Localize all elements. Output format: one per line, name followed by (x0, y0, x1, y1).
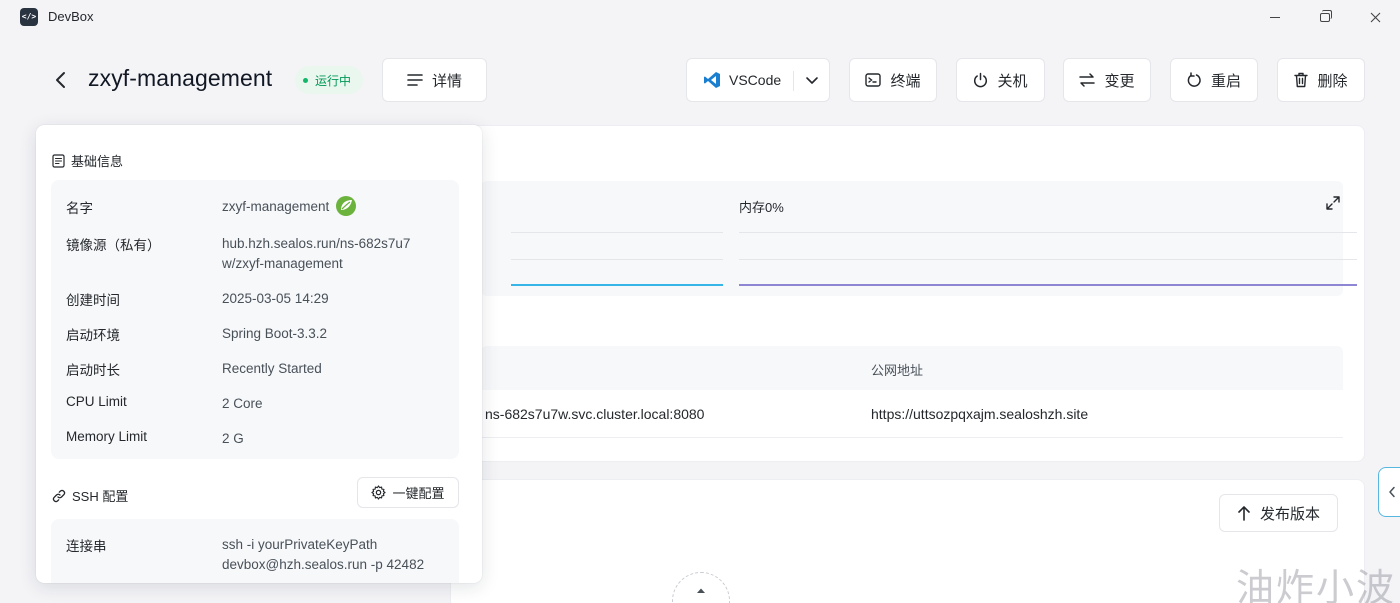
gear-icon (371, 485, 387, 500)
basic-info-title: 基础信息 (71, 154, 124, 169)
info-value: zxyf-management (222, 195, 452, 217)
monitor-card: 内存0% 公网地址 ns-682s7u7w.svc.cluster.local:… (450, 125, 1365, 462)
restart-label: 重启 (1210, 72, 1241, 90)
terminal-button[interactable]: 终端 (849, 58, 937, 102)
watermark: 油炸小波 (1236, 566, 1397, 603)
side-panel-toggle[interactable] (1378, 467, 1400, 517)
cpu-usage-line (511, 284, 723, 286)
info-key: 创建时间 (66, 293, 120, 308)
change-button[interactable]: 变更 (1063, 58, 1151, 102)
chevron-left-icon (56, 72, 65, 88)
status-dot (303, 77, 308, 83)
info-value: hub.hzh.sealos.run/ns-682s7u7w/zxyf-mana… (222, 236, 411, 271)
change-label: 变更 (1104, 72, 1135, 90)
delete-label: 删除 (1317, 72, 1348, 90)
usage-chart-panel: 内存0% (481, 181, 1357, 296)
basic-info-box: 名字 zxyf-management 镜像源（私有） hub.hzh.sealo… (51, 180, 459, 459)
basic-info-header: 基础信息 (52, 151, 123, 170)
link-icon (52, 489, 66, 502)
devbox-name-value: zxyf-management (222, 199, 330, 214)
vscode-icon (704, 72, 720, 88)
app-title: DevBox (48, 9, 94, 24)
network-table-header: 公网地址 (481, 346, 1343, 390)
gridline (739, 259, 1357, 260)
page-title: zxyf-management (88, 65, 273, 91)
restart-icon (1187, 72, 1201, 87)
info-key: 启动时长 (66, 363, 120, 378)
ssh-info-box: 连接串 ssh -i yourPrivateKeyPath devbox@hzh… (51, 519, 459, 583)
info-value: Recently Started (222, 361, 322, 376)
maximize-button[interactable] (1305, 4, 1345, 30)
one-click-config-label: 一键配置 (392, 486, 445, 501)
detail-button[interactable]: 详情 (382, 58, 487, 102)
minimize-button[interactable] (1255, 4, 1295, 30)
info-key: Memory Limit (66, 429, 148, 444)
memory-usage-label: 内存0% (739, 200, 784, 215)
info-value: Spring Boot-3.3.2 (222, 326, 328, 341)
gridline (511, 259, 723, 260)
gridline (739, 232, 1357, 233)
private-address[interactable]: ns-682s7u7w.svc.cluster.local:8080 (485, 406, 704, 422)
one-click-config-button[interactable]: 一键配置 (357, 477, 459, 508)
shutdown-button[interactable]: 关机 (956, 58, 1045, 102)
info-key: 名字 (66, 201, 93, 216)
gridline (511, 232, 723, 233)
spring-boot-icon (336, 195, 357, 216)
terminal-label: 终端 (890, 72, 921, 90)
trash-icon (1294, 72, 1309, 88)
close-button[interactable] (1355, 4, 1395, 30)
info-value: 2 G (222, 431, 244, 446)
restart-button[interactable]: 重启 (1170, 58, 1258, 102)
arrow-up-icon (1238, 506, 1250, 521)
title-bar: </> DevBox (0, 0, 1400, 34)
divider (793, 71, 794, 91)
public-address-header: 公网地址 (871, 363, 924, 378)
info-value: 2 Core (222, 396, 263, 411)
ssh-config-header: SSH 配置 (52, 486, 128, 505)
release-label: 发布版本 (1259, 505, 1320, 523)
release-version-button[interactable]: 发布版本 (1219, 494, 1338, 532)
table-row: ns-682s7u7w.svc.cluster.local:8080 https… (481, 390, 1343, 438)
details-popover: 基础信息 名字 zxyf-management 镜像源（私有） hub.hzh.… (36, 125, 482, 583)
info-key: 镜像源（私有） (66, 238, 161, 253)
ssh-config-title: SSH 配置 (72, 489, 129, 504)
caret-up-icon (697, 588, 705, 593)
code-icon: </> (20, 8, 38, 26)
chevron-left-icon (1388, 486, 1395, 498)
status-badge: 运行中 (295, 66, 364, 94)
vscode-button[interactable]: VSCode (686, 58, 830, 102)
status-text: 运行中 (315, 73, 352, 88)
info-key: CPU Limit (66, 394, 127, 409)
close-icon (1370, 12, 1380, 22)
public-address-link[interactable]: https://uttsozpqxajm.sealoshzh.site (871, 406, 1088, 422)
vscode-label: VSCode (729, 72, 782, 88)
back-button[interactable] (48, 68, 72, 92)
delete-button[interactable]: 删除 (1277, 58, 1365, 102)
info-value: 2025-03-05 14:29 (222, 291, 329, 306)
menu-icon (407, 74, 423, 86)
shutdown-label: 关机 (997, 72, 1028, 90)
ssh-command-value[interactable]: ssh -i yourPrivateKeyPath devbox@hzh.sea… (222, 535, 446, 575)
power-icon (974, 72, 988, 88)
chevron-down-icon[interactable] (805, 73, 819, 90)
swap-icon (1079, 73, 1096, 87)
info-key: 连接串 (66, 539, 107, 554)
terminal-icon (865, 73, 882, 87)
document-icon (52, 153, 65, 168)
detail-label: 详情 (431, 72, 462, 90)
expand-icon[interactable] (1326, 196, 1340, 215)
memory-usage-line (739, 284, 1357, 286)
info-key: 启动环境 (66, 328, 120, 343)
